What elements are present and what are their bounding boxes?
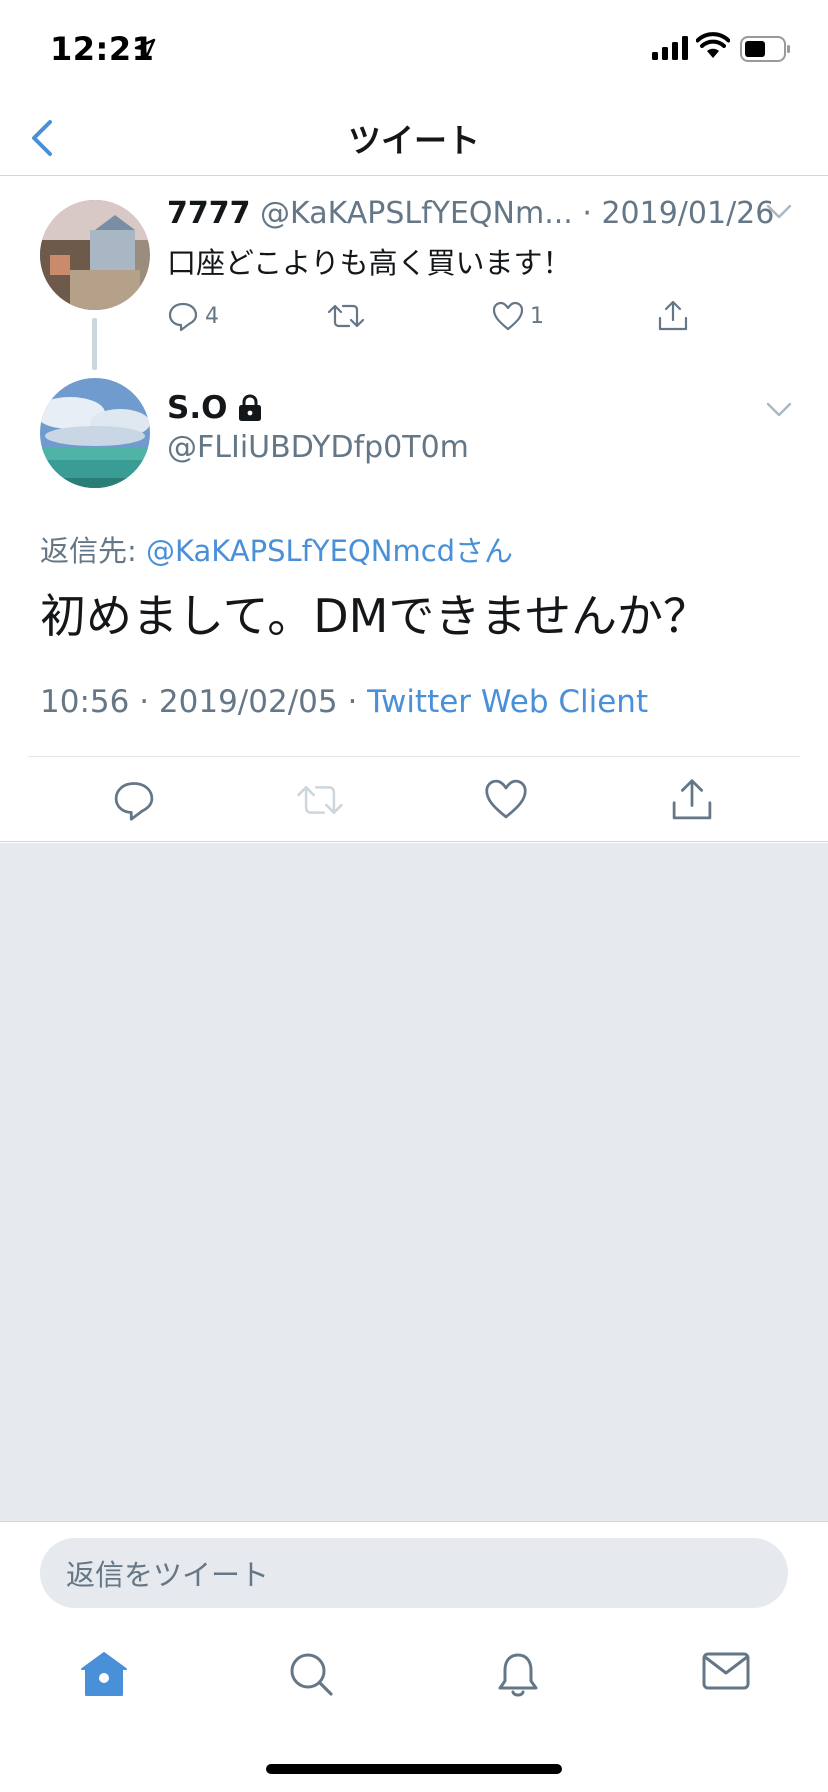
parent-date: 2019/01/26 (601, 196, 775, 231)
main-name-row: S.O (167, 390, 263, 426)
avatar-image (40, 200, 150, 310)
parent-like-button[interactable]: 1 (492, 296, 544, 336)
location-arrow-icon (134, 38, 156, 60)
main-handle[interactable]: @FLIiUBDYDfp0T0m (167, 430, 469, 465)
parent-reply-button[interactable]: 4 (167, 296, 219, 336)
empty-replies-area (0, 843, 828, 1521)
main-display-name[interactable]: S.O (167, 390, 227, 426)
status-bar: 12:21 (0, 0, 828, 100)
parent-share-button[interactable] (657, 296, 689, 336)
nav-bar: ツイート (0, 100, 828, 176)
parent-menu-chevron-icon[interactable] (766, 204, 792, 220)
reply-to-line: 返信先: @KaKAPSLfYEQNmcdさん (40, 528, 513, 570)
meta-separator-2: · (337, 684, 368, 720)
reply-icon (168, 302, 198, 332)
battery-icon (740, 36, 790, 62)
tweet-client-link[interactable]: Twitter Web Client (367, 684, 648, 720)
meta-separator-1: · (129, 684, 159, 720)
main-menu-chevron-icon[interactable] (766, 402, 792, 418)
parent-reply-count: 4 (205, 303, 219, 329)
heart-icon (485, 779, 527, 819)
share-icon (672, 779, 712, 820)
wifi-icon (696, 32, 730, 58)
parent-tweet-text: 口座どこよりも高く買います！ (167, 246, 572, 280)
home-icon (81, 1652, 127, 1696)
reply-prefix: 返信先: (40, 534, 146, 568)
tweet-time: 10:56 (40, 684, 130, 720)
heart-icon (492, 301, 524, 331)
home-indicator[interactable] (266, 1764, 562, 1774)
tweet-date: 2019/02/05 (158, 684, 338, 720)
parent-avatar[interactable] (40, 200, 150, 310)
tab-home[interactable] (80, 1651, 130, 1701)
page-title: ツイート (348, 121, 480, 160)
tab-bar (0, 1615, 828, 1735)
mail-icon (702, 1652, 750, 1690)
main-tweet-text: 初めまして。DMできませんか？ (40, 589, 709, 643)
signal-icon (652, 36, 688, 60)
tab-notifications[interactable] (496, 1651, 546, 1701)
main-like-button[interactable] (484, 778, 528, 822)
thread-line (92, 318, 97, 370)
lock-icon (239, 394, 262, 421)
parent-separator: · (572, 196, 602, 231)
main-reply-button[interactable] (112, 778, 156, 822)
parent-like-count: 1 (530, 303, 544, 329)
parent-retweet-button[interactable] (327, 296, 365, 336)
parent-display-name[interactable]: 7777 (167, 196, 251, 231)
tab-messages[interactable] (702, 1651, 752, 1701)
avatar-image (40, 378, 150, 488)
main-avatar[interactable] (40, 378, 150, 488)
search-icon (290, 1653, 333, 1696)
bell-icon (498, 1653, 538, 1697)
parent-handle[interactable]: @KaKAPSLfYEQNm... (260, 196, 573, 231)
parent-tweet-header: 7777 @KaKAPSLfYEQNm... · 2019/01/26 (167, 196, 774, 231)
tab-search[interactable] (288, 1651, 338, 1701)
reply-input[interactable]: 返信をツイート (40, 1538, 788, 1608)
reply-composer: 返信をツイート (0, 1521, 828, 1615)
main-retweet-button[interactable] (296, 778, 343, 822)
main-share-button[interactable] (670, 778, 714, 822)
share-icon (658, 300, 688, 331)
retweet-icon (327, 304, 365, 328)
parent-tweet-actions: 4 1 (167, 296, 707, 336)
reply-target-link[interactable]: @KaKAPSLfYEQNmcdさん (146, 534, 513, 568)
main-tweet-actions (0, 758, 828, 842)
retweet-icon (297, 786, 343, 814)
reply-icon (114, 782, 154, 821)
divider (28, 756, 800, 757)
tweet-meta: 10:56 · 2019/02/05 · Twitter Web Client (40, 684, 648, 720)
